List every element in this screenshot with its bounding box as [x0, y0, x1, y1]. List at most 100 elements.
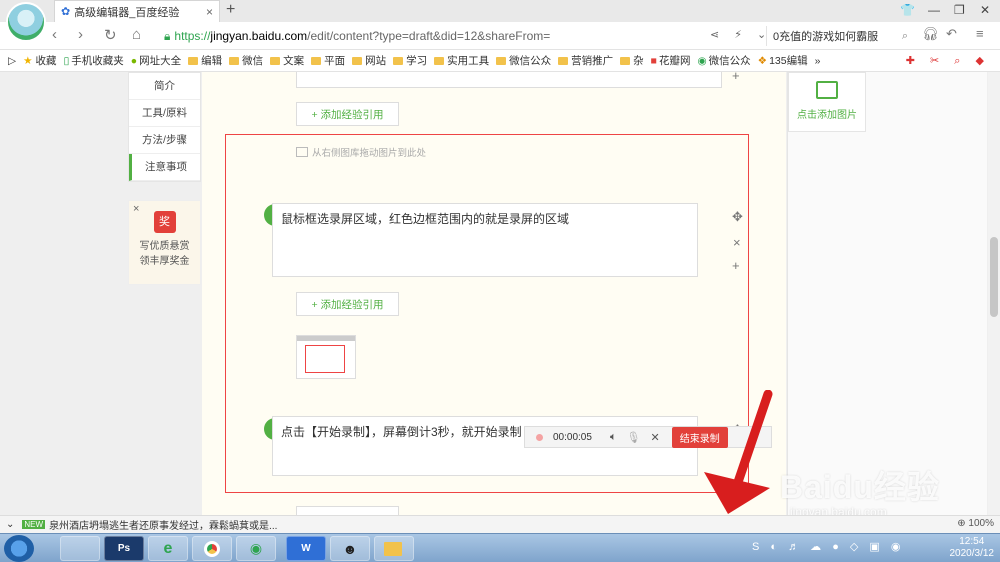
search-icon[interactable]: ⌕: [902, 30, 908, 43]
new-tab-button[interactable]: +: [226, 1, 235, 19]
taskbar-wechat-icon[interactable]: ◉: [236, 536, 276, 561]
step-textbox[interactable]: 鼠标框选录屏区域，红色边框范围内的就是录屏的区域: [272, 203, 698, 277]
folder-icon: [352, 56, 363, 65]
taskbar-photoshop-icon[interactable]: Ps: [104, 536, 144, 561]
promo-close-icon[interactable]: ×: [133, 203, 139, 215]
nav-intro[interactable]: 简介: [129, 73, 200, 100]
bookmark-item[interactable]: 微信公众: [496, 53, 551, 68]
reward-promo[interactable]: × 奖 写优质悬赏 领丰厚奖金: [128, 200, 201, 285]
restore-button[interactable]: ❐: [954, 3, 965, 17]
close-window-button[interactable]: ✕: [980, 3, 990, 17]
undo-icon[interactable]: ↶: [946, 26, 957, 42]
shirt-icon[interactable]: 👕: [900, 3, 915, 17]
huaban-icon: ■: [650, 54, 657, 67]
bookmark-item[interactable]: ★ 收藏: [23, 53, 56, 68]
search-field[interactable]: 0充值的游戏如何霸服 ⌕: [766, 26, 912, 46]
menu-icon[interactable]: ≡: [976, 26, 984, 41]
avatar[interactable]: [6, 2, 46, 42]
taskbar-chrome-icon[interactable]: [192, 536, 232, 561]
wechat-icon: ◉: [697, 54, 707, 67]
url-field[interactable]: 🔒︎ https:// jingyan.baidu.com /edit/cont…: [164, 25, 764, 47]
nav-steps[interactable]: 方法/步骤: [129, 127, 200, 154]
add-reference-button[interactable]: [296, 506, 399, 515]
url-path: /edit/content?type=draft&did=12&shareFro…: [307, 29, 551, 43]
bookmark-item[interactable]: 网站: [352, 53, 386, 68]
taskbar-explorer-icon[interactable]: [60, 536, 100, 561]
image-icon: [296, 147, 308, 157]
nav-notes[interactable]: 注意事项: [129, 154, 200, 181]
bookmark-item[interactable]: 文案: [270, 53, 304, 68]
news-ticker[interactable]: 泉州酒店坍塌逃生者还原事发经过，霖鬆蝸萁或是...: [49, 517, 277, 532]
bookmark-item[interactable]: 微信: [229, 53, 263, 68]
promo-line2: 领丰厚奖金: [139, 256, 190, 267]
sidebar-toggle-icon[interactable]: ▷: [8, 55, 16, 67]
bookmark-item[interactable]: 杂: [620, 53, 644, 68]
folder-icon: [270, 56, 281, 65]
share-icon[interactable]: ⋖ ⚡ ⌄: [710, 28, 772, 41]
start-button[interactable]: [4, 535, 34, 562]
clock-date: 2020/3/12: [949, 548, 995, 559]
mic-muted-icon[interactable]: 🎙︎: [627, 431, 641, 444]
delete-step-icon[interactable]: ×: [733, 235, 741, 250]
red-arrow-annotation: [704, 390, 773, 514]
bookmark-item[interactable]: 营销推广: [558, 53, 613, 68]
clock-time: 12:54: [959, 536, 985, 547]
lock-icon: 🔒︎: [164, 28, 171, 43]
bookmark-item[interactable]: ● 网址大全: [131, 53, 181, 68]
forward-icon[interactable]: ›: [78, 26, 83, 43]
headphones-icon[interactable]: 🎧︎: [922, 26, 939, 42]
status-bar: ⌄ NEW 泉州酒店坍塌逃生者还原事发经过，霖鬆蝸萁或是... ⊕ 100%: [0, 515, 1000, 533]
taskbar: Ps e ◉ W ☻ S ◐ ♬ ☁ ● ◇ ▣ ◉ 12:54 2020/3/…: [0, 533, 1000, 562]
add-reference-button[interactable]: + 添加经验引用: [296, 292, 399, 316]
back-icon[interactable]: ‹: [52, 26, 57, 43]
bookmark-item[interactable]: ■ 花瓣网: [651, 53, 691, 68]
browser-tab[interactable]: ✿ 高级编辑器_百度经验 ×: [54, 0, 220, 22]
folder-icon: [434, 56, 445, 65]
record-indicator-icon: [536, 433, 543, 441]
fullscreen-toggle-icon[interactable]: ⌄: [6, 519, 14, 530]
recording-time: 00:00:05: [553, 431, 592, 443]
nav-tools[interactable]: 工具/原料: [129, 100, 200, 127]
add-step-icon[interactable]: +: [732, 258, 740, 273]
bookmark-item[interactable]: ❖ 135编辑: [758, 53, 808, 68]
step-textbox-previous[interactable]: [296, 72, 722, 88]
more-bookmarks-icon[interactable]: »: [815, 55, 821, 67]
taskbar-folder-icon[interactable]: [374, 536, 414, 561]
bookmark-item[interactable]: 平面: [311, 53, 345, 68]
cancel-recording-icon[interactable]: ✕: [651, 431, 660, 444]
taskbar-qq-icon[interactable]: ☻: [330, 536, 370, 561]
taskbar-ie-icon[interactable]: e: [148, 536, 188, 561]
minimize-button[interactable]: —: [928, 3, 940, 17]
add-image-label: 点击添加图片: [797, 110, 857, 121]
zoom-level[interactable]: ⊕ 100%: [957, 518, 994, 529]
bookmark-item[interactable]: ◉ 微信公众: [697, 53, 750, 68]
editor-icon: ❖: [757, 54, 768, 67]
folder-icon: [620, 56, 631, 65]
scrollbar[interactable]: [988, 72, 1000, 515]
move-icon[interactable]: ✥: [732, 209, 743, 225]
bookmark-item[interactable]: ▯ 手机收藏夹: [64, 53, 124, 68]
bookmark-item[interactable]: 学习: [393, 53, 427, 68]
add-reference-button[interactable]: + 添加经验引用: [296, 102, 399, 126]
system-tray-icons[interactable]: S ◐ ♬ ☁ ● ◇ ▣ ◉: [752, 540, 904, 553]
bookmark-item[interactable]: 编辑: [188, 53, 222, 68]
add-image-button[interactable]: 点击添加图片: [788, 72, 866, 132]
baidu-watermark: Baidu经验: [780, 469, 940, 505]
taskbar-wps-icon[interactable]: W: [286, 536, 326, 561]
add-step-icon[interactable]: +: [732, 72, 740, 83]
tab-close-button[interactable]: ×: [206, 5, 213, 19]
extension-icons[interactable]: ✚ ✂ ⌕ ◆: [906, 54, 990, 68]
clock[interactable]: 12:54 2020/3/12: [950, 536, 995, 560]
baidu-paw-icon: ✿: [61, 6, 71, 18]
home-icon[interactable]: ⌂: [132, 26, 141, 43]
url-scheme: https://: [174, 29, 211, 43]
refresh-icon[interactable]: ↻: [104, 26, 117, 44]
star-icon: ★: [23, 54, 33, 67]
folder-icon: [558, 56, 569, 65]
bookmark-item[interactable]: 实用工具: [434, 53, 489, 68]
step-image-thumbnail[interactable]: [296, 335, 356, 379]
image-panel: 点击添加图片: [787, 72, 987, 515]
folder-icon: [393, 56, 404, 65]
speaker-icon[interactable]: 🔈︎: [610, 431, 617, 444]
scrollbar-thumb[interactable]: [990, 237, 998, 317]
